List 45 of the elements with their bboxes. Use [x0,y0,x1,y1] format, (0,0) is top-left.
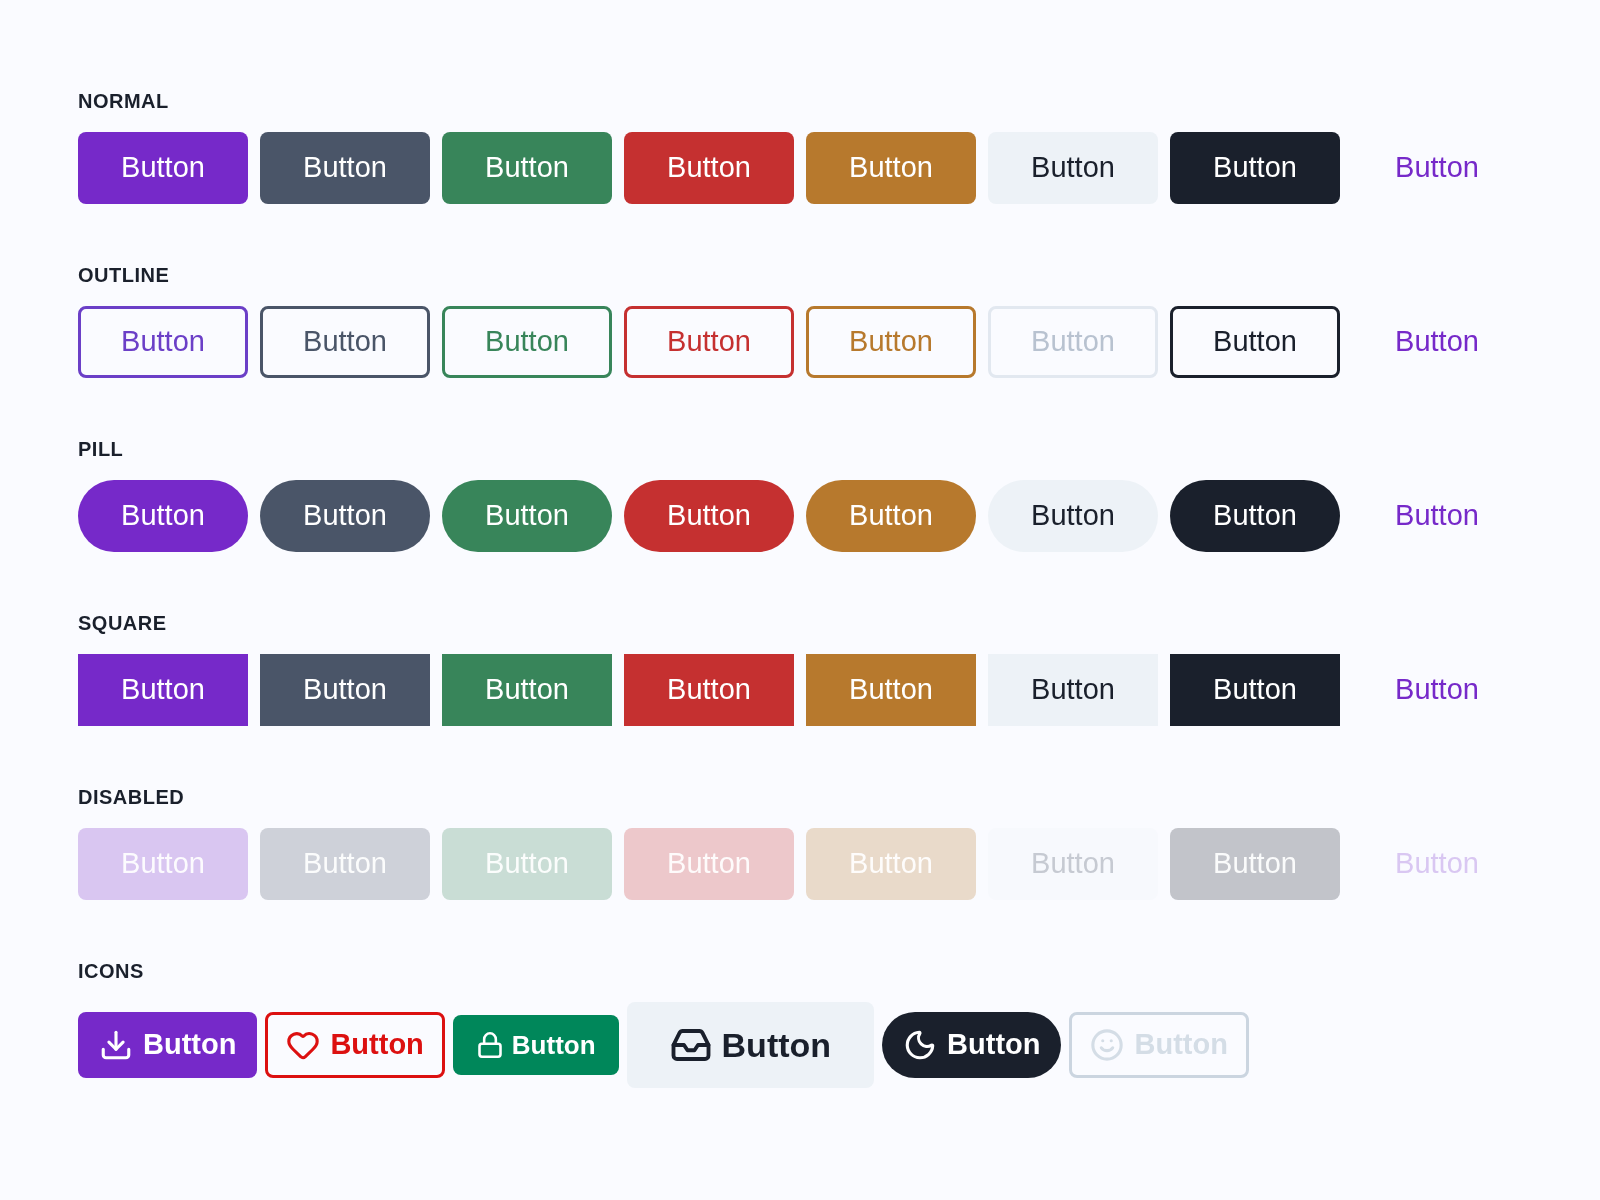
button[interactable]: Button [442,654,612,726]
button[interactable]: Button [624,306,794,378]
button[interactable]: Button [988,132,1158,204]
button[interactable]: Button [260,306,430,378]
button[interactable]: Button [260,132,430,204]
link-button[interactable]: Button [1352,132,1522,204]
section-heading: SQUARE [78,611,167,636]
smiley-icon [1090,1028,1125,1062]
section-heading: ICONS [78,959,144,984]
button[interactable]: Button [806,654,976,726]
section-heading: DISABLED [78,785,185,810]
button[interactable]: Button [1170,132,1340,204]
button[interactable]: Button [988,654,1158,726]
button[interactable]: Button [260,480,430,552]
button[interactable]: Button [988,480,1158,552]
link-button[interactable]: Button [1352,654,1522,726]
button[interactable]: Button [1170,306,1340,378]
icon-button[interactable]: Button [626,1002,875,1088]
button[interactable]: Button [1170,480,1340,552]
button[interactable]: Button [806,306,976,378]
link-button[interactable]: Button [1352,480,1522,552]
button[interactable]: Button [260,654,430,726]
section-heading: NORMAL [78,89,169,114]
icon-button[interactable]: Button [265,1012,445,1078]
button[interactable]: Button [806,480,976,552]
icon-button[interactable]: Button [78,1012,258,1078]
download-icon [99,1028,133,1062]
button[interactable]: Button [78,132,248,204]
button[interactable]: Button [442,480,612,552]
button[interactable]: Button [78,306,248,378]
button[interactable]: Button [78,654,248,726]
icon-button[interactable]: Button [882,1012,1062,1078]
button[interactable]: Button [442,306,612,378]
lock-icon [475,1031,504,1059]
button[interactable]: Button [78,480,248,552]
button[interactable]: Button [624,132,794,204]
button[interactable]: Button [624,654,794,726]
section-heading: PILL [78,437,124,462]
button[interactable]: Button [624,480,794,552]
button[interactable]: Button [806,132,976,204]
section-heading: OUTLINE [78,263,170,288]
icon-button[interactable]: Button [452,1015,619,1075]
link-button[interactable]: Button [1352,306,1522,378]
button[interactable]: Button [442,132,612,204]
button[interactable]: Button [1170,654,1340,726]
